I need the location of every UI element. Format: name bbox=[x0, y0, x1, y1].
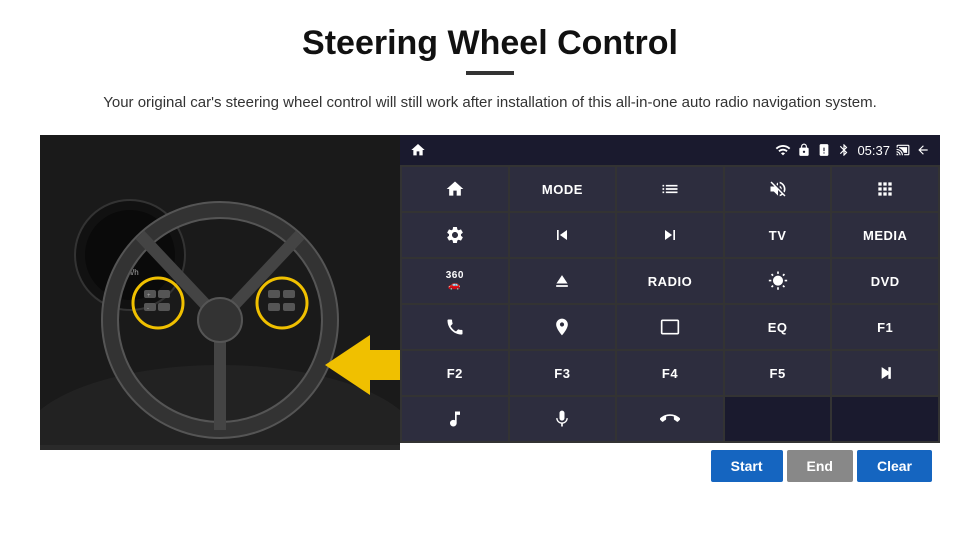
btn-f4[interactable]: F4 bbox=[617, 351, 723, 395]
start-button[interactable]: Start bbox=[711, 450, 783, 482]
panel-container: 05:37 MODE bbox=[400, 135, 940, 489]
bottom-bar: Start End Clear bbox=[400, 443, 940, 489]
btn-dvd[interactable]: DVD bbox=[832, 259, 938, 303]
lock-icon bbox=[797, 143, 811, 157]
status-bar-left bbox=[410, 142, 426, 158]
btn-empty-2 bbox=[832, 397, 938, 441]
content-row: 100 km/h + - bbox=[40, 135, 940, 489]
page-title: Steering Wheel Control bbox=[40, 24, 940, 63]
btn-f2[interactable]: F2 bbox=[402, 351, 508, 395]
btn-screen[interactable] bbox=[617, 305, 723, 349]
btn-nav[interactable] bbox=[510, 305, 616, 349]
title-divider bbox=[466, 71, 514, 75]
back-icon bbox=[916, 143, 930, 157]
btn-f5[interactable]: F5 bbox=[725, 351, 831, 395]
btn-list[interactable] bbox=[617, 167, 723, 211]
btn-forward[interactable] bbox=[617, 213, 723, 257]
btn-media[interactable]: MEDIA bbox=[832, 213, 938, 257]
home-status-icon bbox=[410, 142, 426, 158]
btn-empty-1 bbox=[725, 397, 831, 441]
cast-icon bbox=[896, 143, 910, 157]
btn-tv[interactable]: TV bbox=[725, 213, 831, 257]
status-bar-right: 05:37 bbox=[775, 142, 930, 158]
page-container: Steering Wheel Control Your original car… bbox=[0, 0, 980, 489]
btn-mode[interactable]: MODE bbox=[510, 167, 616, 211]
btn-eject[interactable] bbox=[510, 259, 616, 303]
btn-settings[interactable] bbox=[402, 213, 508, 257]
btn-rewind[interactable] bbox=[510, 213, 616, 257]
steering-wheel-image: 100 km/h + - bbox=[40, 135, 400, 450]
wifi-icon bbox=[775, 142, 791, 158]
clear-button[interactable]: Clear bbox=[857, 450, 932, 482]
page-subtitle: Your original car's steering wheel contr… bbox=[40, 91, 940, 115]
btn-phone[interactable] bbox=[402, 305, 508, 349]
btn-brightness[interactable] bbox=[725, 259, 831, 303]
btn-360[interactable]: 360🚗 bbox=[402, 259, 508, 303]
btn-hangup[interactable] bbox=[617, 397, 723, 441]
btn-f3[interactable]: F3 bbox=[510, 351, 616, 395]
status-time: 05:37 bbox=[857, 143, 890, 158]
btn-mute[interactable] bbox=[725, 167, 831, 211]
btn-mic[interactable] bbox=[510, 397, 616, 441]
btn-f1[interactable]: F1 bbox=[832, 305, 938, 349]
svg-text:+: + bbox=[147, 293, 151, 299]
btn-home[interactable] bbox=[402, 167, 508, 211]
status-bar: 05:37 bbox=[400, 135, 940, 165]
button-grid: MODE TV bbox=[400, 165, 940, 443]
btn-eq[interactable]: EQ bbox=[725, 305, 831, 349]
end-button[interactable]: End bbox=[787, 450, 853, 482]
btn-playpause[interactable] bbox=[832, 351, 938, 395]
btn-music[interactable] bbox=[402, 397, 508, 441]
bluetooth-icon bbox=[837, 143, 851, 157]
btn-apps[interactable] bbox=[832, 167, 938, 211]
svg-text:-: - bbox=[147, 306, 149, 312]
btn-radio[interactable]: RADIO bbox=[617, 259, 723, 303]
sim-icon bbox=[817, 143, 831, 157]
